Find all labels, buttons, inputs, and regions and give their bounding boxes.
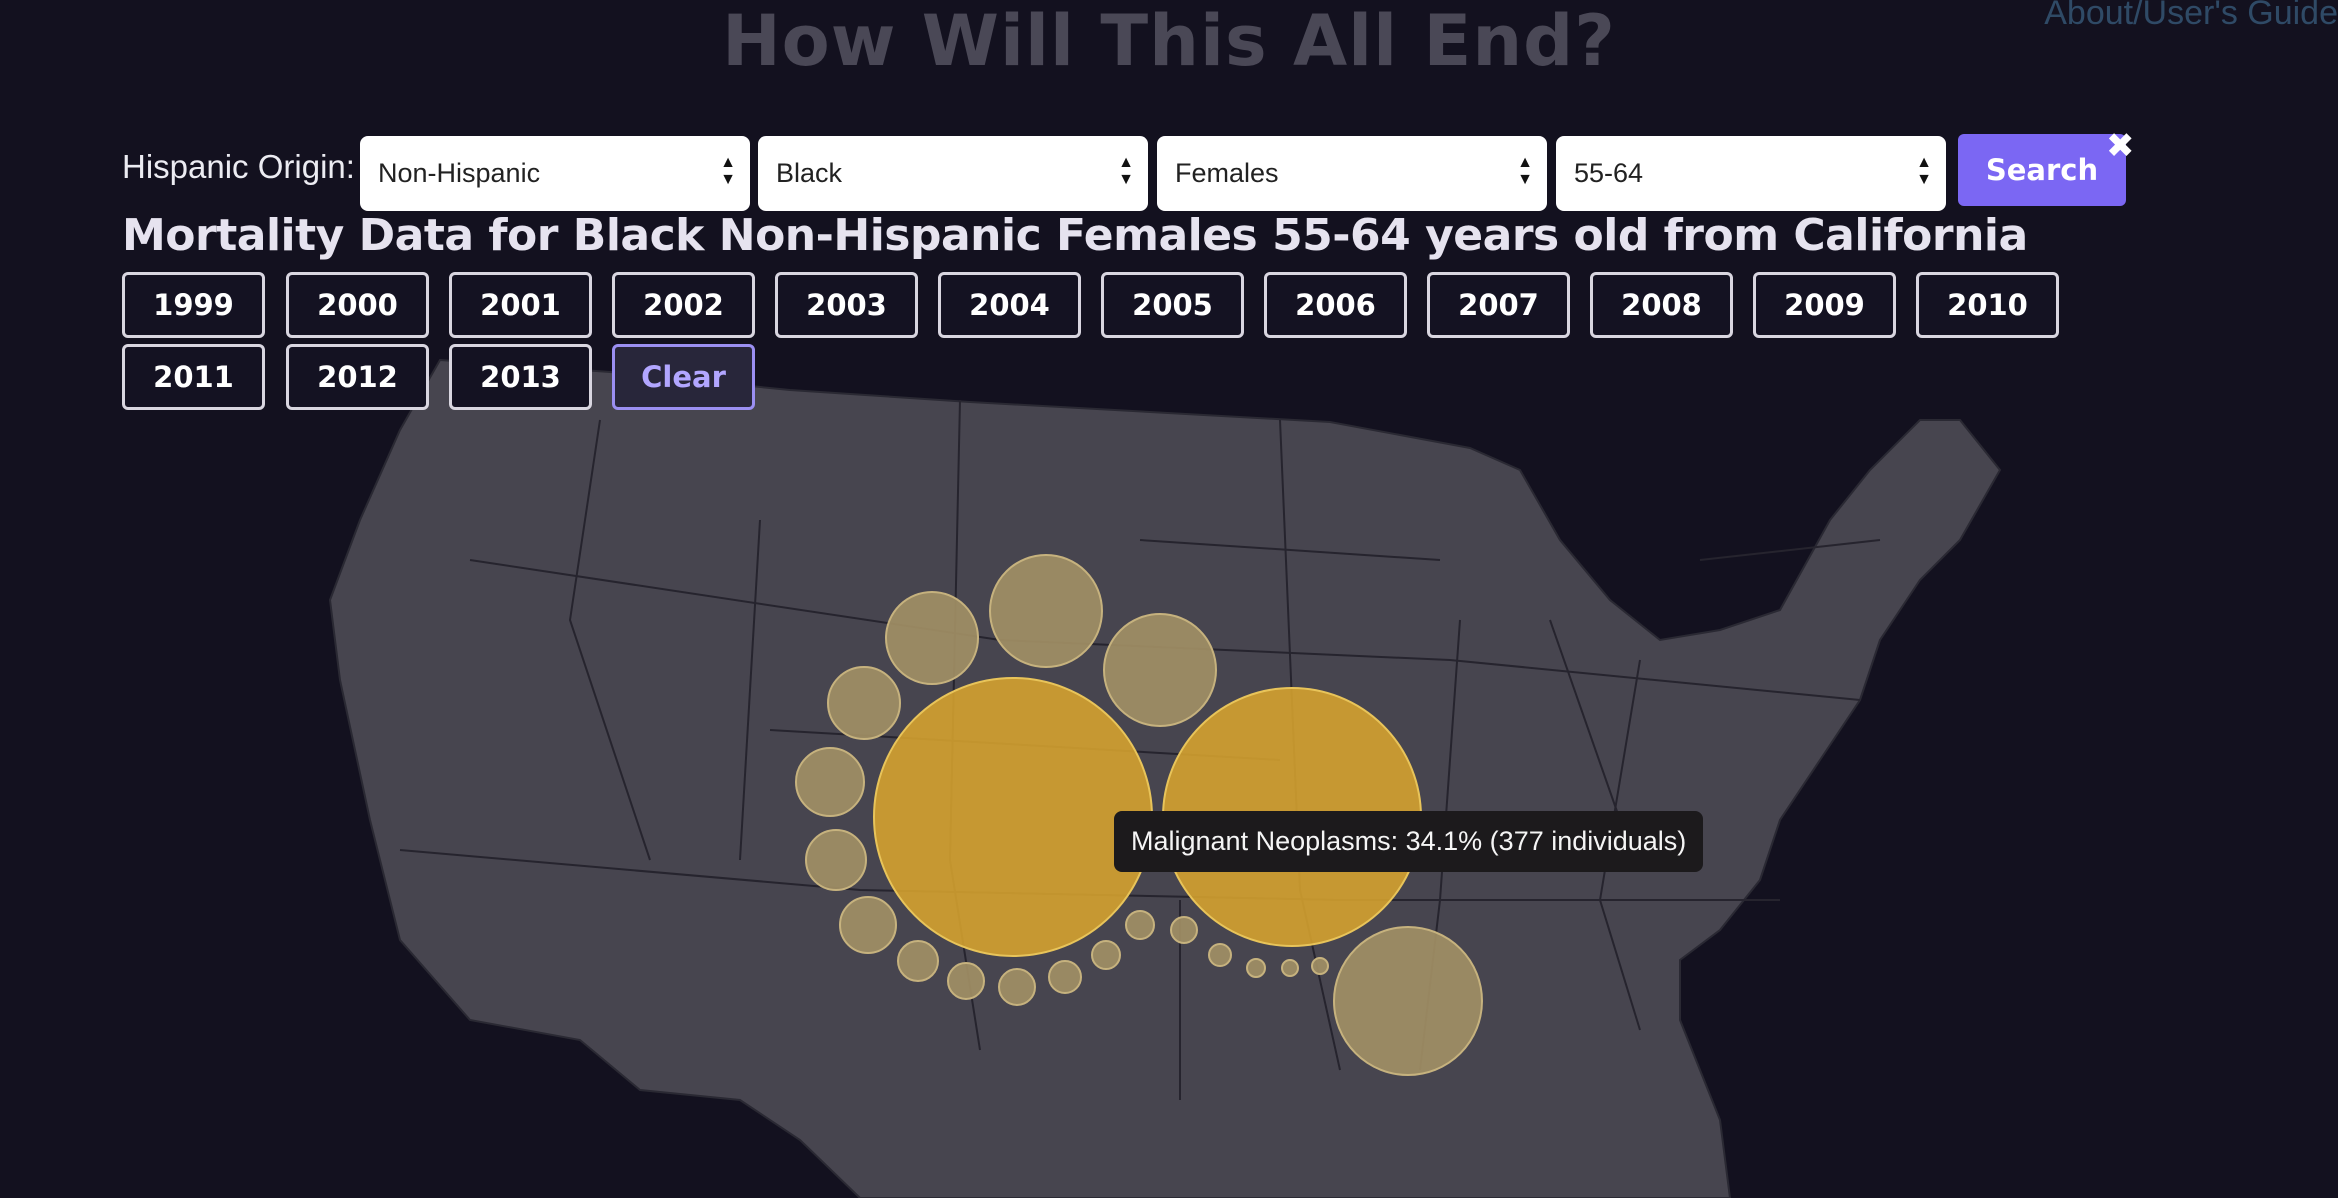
sex-value: Females <box>1175 158 1279 188</box>
year-button-2005[interactable]: 2005 <box>1101 272 1244 338</box>
close-icon[interactable]: ✖ <box>2106 126 2135 166</box>
us-map-silhouette <box>328 358 2002 1198</box>
bubble[interactable] <box>989 554 1103 668</box>
select-arrows-icon: ▲ ▼ <box>1916 154 1932 188</box>
bubble[interactable] <box>827 666 901 740</box>
hispanic-origin-label: Hispanic Origin: <box>122 148 355 185</box>
hispanic-origin-value: Non-Hispanic <box>378 158 541 188</box>
bubble[interactable] <box>1281 959 1299 977</box>
year-button-2011[interactable]: 2011 <box>122 344 265 410</box>
results-subtitle: Mortality Data for Black Non-Hispanic Fe… <box>122 210 2028 261</box>
year-button-2000[interactable]: 2000 <box>286 272 429 338</box>
bubble[interactable] <box>805 829 867 891</box>
bubble[interactable] <box>1091 940 1121 970</box>
select-arrows-icon: ▲ ▼ <box>720 154 736 188</box>
sex-select[interactable]: Females ▲ ▼ <box>1157 136 1547 211</box>
select-arrows-icon: ▲ ▼ <box>1517 154 1533 188</box>
bubble[interactable] <box>1208 943 1232 967</box>
bubble[interactable] <box>947 962 985 1000</box>
race-value: Black <box>776 158 843 188</box>
year-button-2009[interactable]: 2009 <box>1753 272 1896 338</box>
year-button-2013[interactable]: 2013 <box>449 344 592 410</box>
year-button-2007[interactable]: 2007 <box>1427 272 1570 338</box>
bubble[interactable] <box>795 747 865 817</box>
bubble[interactable] <box>839 896 897 954</box>
age-select[interactable]: 55-64 ▲ ▼ <box>1556 136 1946 211</box>
year-button-2001[interactable]: 2001 <box>449 272 592 338</box>
search-button[interactable]: Search <box>1958 134 2126 206</box>
age-value: 55-64 <box>1574 158 1644 188</box>
bubble-tooltip: Malignant Neoplasms: 34.1% (377 individu… <box>1114 811 1704 872</box>
bubble[interactable] <box>1311 957 1329 975</box>
hispanic-origin-select[interactable]: Non-Hispanic ▲ ▼ <box>360 136 750 211</box>
year-button-2003[interactable]: 2003 <box>775 272 918 338</box>
race-select[interactable]: Black ▲ ▼ <box>758 136 1148 211</box>
bubble[interactable] <box>998 968 1036 1006</box>
year-button-2008[interactable]: 2008 <box>1590 272 1733 338</box>
year-button-2012[interactable]: 2012 <box>286 344 429 410</box>
select-arrows-icon: ▲ ▼ <box>1118 154 1134 188</box>
bubble[interactable] <box>1103 613 1217 727</box>
year-button-2006[interactable]: 2006 <box>1264 272 1407 338</box>
year-button-1999[interactable]: 1999 <box>122 272 265 338</box>
bubble[interactable] <box>897 940 939 982</box>
bubble[interactable] <box>1333 926 1483 1076</box>
clear-button[interactable]: Clear <box>612 344 755 410</box>
bubble[interactable] <box>1048 960 1082 994</box>
bubble[interactable] <box>1170 916 1198 944</box>
year-button-2010[interactable]: 2010 <box>1916 272 2059 338</box>
year-button-2004[interactable]: 2004 <box>938 272 1081 338</box>
year-button-2002[interactable]: 2002 <box>612 272 755 338</box>
bubble[interactable] <box>1125 910 1155 940</box>
bubble[interactable] <box>1246 958 1266 978</box>
bubble[interactable] <box>885 591 979 685</box>
bubble[interactable] <box>873 677 1153 957</box>
